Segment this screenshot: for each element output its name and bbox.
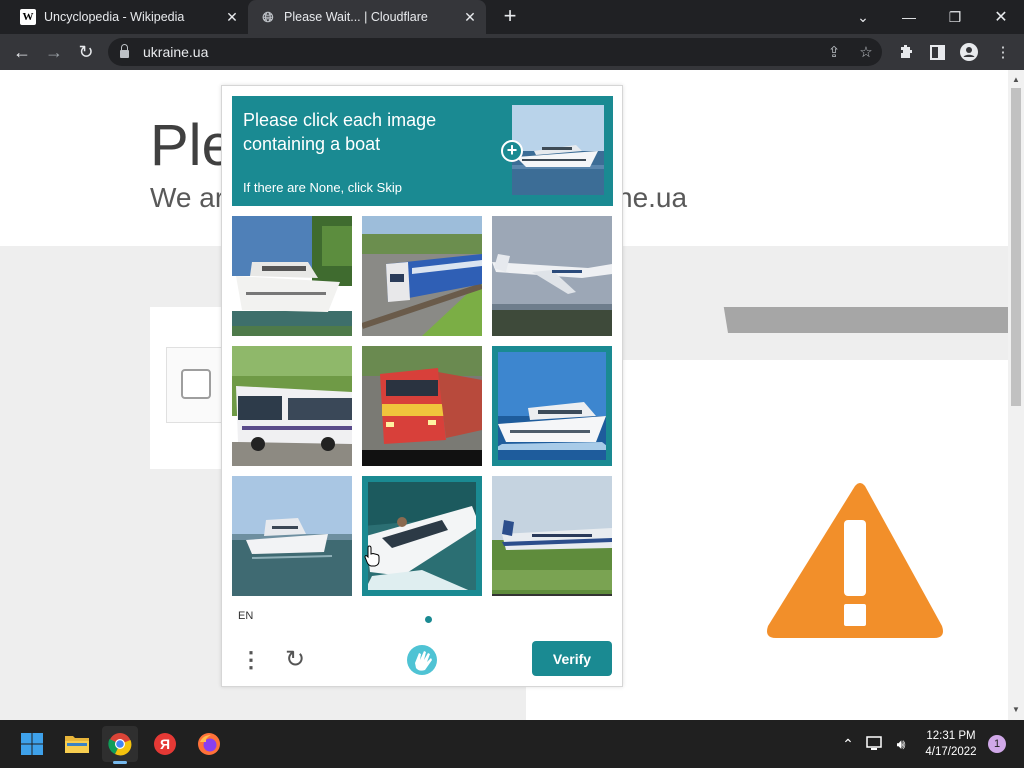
new-tab-button[interactable]: + xyxy=(498,4,522,28)
refresh-challenge-icon[interactable]: ↻ xyxy=(282,646,308,674)
tab-title: Uncyclopedia - Wikipedia xyxy=(44,10,185,24)
start-windows-icon[interactable] xyxy=(14,726,50,762)
share-icon[interactable]: ⇪ xyxy=(822,38,846,66)
chrome-icon[interactable] xyxy=(102,726,138,762)
image-tile-6[interactable] xyxy=(492,346,612,466)
clock-time: 12:31 PM xyxy=(926,730,976,742)
back-button[interactable]: ← xyxy=(6,34,38,70)
tab-search-icon[interactable]: ⌄ xyxy=(840,0,886,34)
side-panel-icon[interactable] xyxy=(922,34,952,70)
profile-icon[interactable] xyxy=(954,34,984,70)
page-indicator xyxy=(425,616,432,623)
extensions-icon[interactable] xyxy=(891,34,921,70)
image-tile-9[interactable] xyxy=(492,476,612,596)
prompt-subtext: If there are None, click Skip xyxy=(243,180,402,195)
page-subheading-domain: ne.ua xyxy=(617,182,688,213)
page-subheading: We ar xyxy=(150,182,225,213)
tab-uncyclopedia[interactable]: W Uncyclopedia - Wikipedia ✕ xyxy=(8,0,248,34)
scroll-up-arrow[interactable]: ▲ xyxy=(1008,72,1024,88)
language-selector[interactable]: EN xyxy=(238,610,253,622)
lock-icon[interactable] xyxy=(120,44,129,58)
image-tile-5[interactable] xyxy=(362,346,482,466)
page-scrollbar[interactable]: ▲ ▼ xyxy=(1008,70,1024,720)
challenge-prompt: Please click each image containing a boa… xyxy=(232,96,613,206)
browser-tab-bar: W Uncyclopedia - Wikipedia ✕ 🌐︎ Please W… xyxy=(0,0,1024,34)
close-window-button[interactable]: ✕ xyxy=(978,0,1024,34)
tray-overflow-icon[interactable]: ⌃ xyxy=(838,732,858,756)
image-tile-4[interactable] xyxy=(232,346,352,466)
prompt-text: Please click each image containing a boa… xyxy=(243,110,437,154)
forward-button[interactable]: → xyxy=(38,34,70,70)
browser-toolbar: ← → ↻ ukraine.ua ⇪ ☆ ⋮ xyxy=(0,34,1024,70)
captcha-challenge: Please click each image containing a boa… xyxy=(221,85,623,687)
warning-icon xyxy=(764,480,946,645)
svg-text:Я: Я xyxy=(160,736,170,752)
clock-date: 4/17/2022 xyxy=(925,746,977,758)
yandex-browser-icon[interactable]: Я xyxy=(147,726,183,762)
active-app-indicator xyxy=(113,761,127,764)
zoom-example-icon[interactable]: + xyxy=(501,140,523,162)
more-options-icon[interactable]: ⋮ xyxy=(240,646,262,674)
file-explorer-icon[interactable] xyxy=(59,726,95,762)
hcaptcha-logo-icon[interactable] xyxy=(405,643,439,677)
image-tile-2[interactable] xyxy=(362,216,482,336)
volume-icon[interactable]: 🔊︎ xyxy=(890,732,912,756)
verify-button[interactable]: Verify xyxy=(532,641,612,676)
address-bar[interactable]: ukraine.ua xyxy=(108,38,882,66)
firefox-icon[interactable] xyxy=(191,726,227,762)
image-tile-7[interactable] xyxy=(232,476,352,596)
reload-button[interactable]: ↻ xyxy=(70,34,102,70)
browser-menu-icon[interactable]: ⋮ xyxy=(988,34,1018,70)
globe-icon: 🌐︎ xyxy=(262,8,274,25)
tab-cloudflare[interactable]: 🌐︎ Please Wait... | Cloudflare ✕ xyxy=(248,0,486,34)
scroll-thumb[interactable] xyxy=(1011,88,1021,406)
system-clock[interactable]: 12:31 PM 4/17/2022 xyxy=(918,728,984,760)
minimize-button[interactable]: — xyxy=(886,0,932,34)
restore-button[interactable]: ❐ xyxy=(932,0,978,34)
close-tab-icon[interactable]: ✕ xyxy=(224,9,240,26)
example-image[interactable] xyxy=(512,105,604,195)
wikipedia-icon: W xyxy=(20,9,36,25)
bookmark-star-icon[interactable]: ☆ xyxy=(854,38,878,66)
os-taskbar: Я ⌃ 🔊︎ 12:31 PM 4/17/2022 1 xyxy=(0,720,1024,768)
captcha-checkbox[interactable] xyxy=(181,369,211,399)
image-tile-8[interactable] xyxy=(362,476,482,596)
image-tile-1[interactable] xyxy=(232,216,352,336)
image-tile-3[interactable] xyxy=(492,216,612,336)
progress-notch xyxy=(622,307,728,333)
address-url: ukraine.ua xyxy=(143,44,209,60)
tab-title: Please Wait... | Cloudflare xyxy=(284,10,428,24)
close-tab-icon[interactable]: ✕ xyxy=(462,9,478,26)
network-icon[interactable] xyxy=(864,732,886,756)
scroll-down-arrow[interactable]: ▼ xyxy=(1008,702,1024,718)
hand-cursor-icon xyxy=(364,545,380,572)
notification-badge[interactable]: 1 xyxy=(988,735,1006,753)
